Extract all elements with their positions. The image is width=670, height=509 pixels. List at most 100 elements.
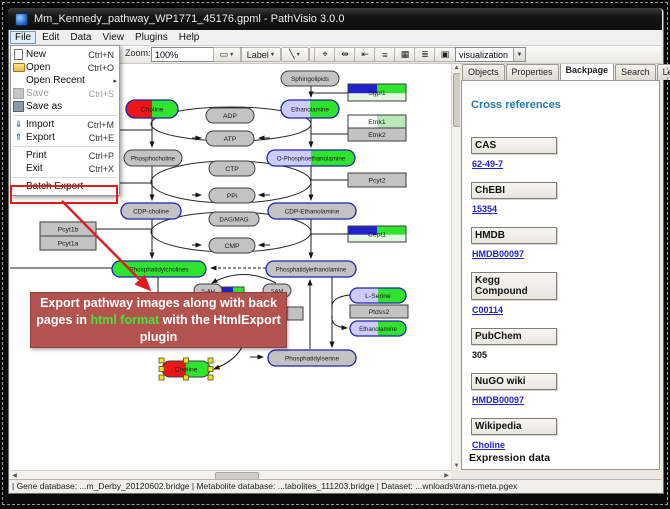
selection-handle[interactable] [208,358,213,363]
node-pcyt2[interactable]: Pcyt2 [348,173,406,187]
menu-item-exit[interactable]: ExitCtrl+X [11,162,119,175]
line-tool-icon: ╲ [289,49,294,60]
node-sphingolipids[interactable]: Sphingolipids [281,71,339,86]
chevron-down-icon[interactable]: ▼ [295,52,300,58]
rows-button[interactable]: ≣ [414,47,436,62]
tab-properties[interactable]: Properties [506,64,559,80]
menu-item-save[interactable]: SaveCtrl+S [11,87,119,100]
menu-shortcut: Ctrl+X [89,164,119,174]
node-label: Ethanolamine [359,326,397,333]
node-etnk1[interactable]: Etnk1 [348,115,406,128]
node-cdp-ethanolamine[interactable]: CDP-Ethanolamine [268,203,356,219]
menu-item-label: Open [26,62,88,73]
selection-handle[interactable] [159,375,164,380]
node-ctp[interactable]: CTP [209,161,255,176]
save-floppy-icon [11,88,26,99]
node-ethanolamine-top[interactable]: Ethanolamine [281,100,339,118]
group-button[interactable]: ▣ [434,47,456,62]
node-choline-selected[interactable]: Choline [159,358,213,380]
node-label: Ptdss2 [369,309,390,316]
line-tool[interactable]: ╲▼ [281,47,309,62]
node-atp[interactable]: ATP [206,131,254,146]
group-icon: ▣ [441,49,450,60]
reference-link[interactable]: 15354 [472,204,651,214]
node-pcyt1b[interactable]: Pcyt1b [40,222,96,236]
selection-handle[interactable] [159,358,164,363]
gene-tool[interactable]: ▭▼ [213,47,241,62]
menu-item-export[interactable]: ⇑ExportCtrl+E [11,131,119,144]
node-l-serine[interactable]: L-Serine [350,288,406,303]
title-bar[interactable]: Mm_Kennedy_pathway_WP1771_45176.gpml - P… [8,8,662,30]
reference-link[interactable]: HMDB00097 [472,395,651,405]
node-dag-mag[interactable]: DAG/MAG [209,212,259,226]
align-left-button[interactable]: ⇤ [354,47,376,62]
menu-item-batch-export[interactable]: Batch Export [11,180,119,193]
node-adp[interactable]: ADP [206,108,254,123]
tab-legend[interactable]: Legend [657,64,670,80]
node-o-phosphoethanolamine[interactable]: O-Phosphoethanolamine [267,150,355,166]
node-ethanolamine-bottom[interactable]: Ethanolamine [350,321,406,336]
node-cdp-choline[interactable]: CDP-choline [121,203,181,219]
chevron-down-icon[interactable]: ▼ [270,52,275,58]
expression-data-heading: Expression data [469,452,550,464]
selection-handle[interactable] [208,375,213,380]
menu-item-import[interactable]: ⇓ImportCtrl+M [11,118,119,131]
reference-link[interactable]: HMDB00097 [472,249,651,259]
stack-button[interactable]: ≡ [374,47,396,62]
node-phosphatidylcholines[interactable]: Phosphatidylcholines [112,261,206,277]
backpage-references: CAS62-49-7ChEBI15354HMDBHMDB00097Kegg Co… [471,137,651,463]
align-button[interactable]: ⌖ [314,47,336,62]
open-folder-icon [11,62,26,73]
menubar-item-help[interactable]: Help [174,31,205,44]
label-tool[interactable]: Label▼ [241,47,281,62]
menu-item-open[interactable]: OpenCtrl+O [11,61,119,74]
menu-item-label: Save [26,88,89,99]
chevron-down-icon[interactable]: ▼ [513,48,525,61]
menu-item-label: Exit [26,163,89,174]
align-icon: ⌖ [322,49,327,60]
selection-handle[interactable] [184,375,189,380]
columns-button[interactable]: ▦ [394,47,416,62]
reference-link[interactable]: C00114 [472,305,651,315]
pathway-edge-26 [332,295,350,309]
node-ptdss2[interactable]: Ptdss2 [350,305,408,318]
tab-backpage[interactable]: Backpage [560,62,615,80]
selection-handle[interactable] [208,367,213,372]
menu-item-save-as[interactable]: Save as [11,100,119,113]
node-hidden-gene-2[interactable] [287,307,303,320]
selection-handle[interactable] [184,358,189,363]
menubar-item-view[interactable]: View [97,31,129,44]
node-cmp[interactable]: CMP [209,238,255,253]
reference-link[interactable]: 62-49-7 [472,159,651,169]
menubar-item-edit[interactable]: Edit [37,31,64,44]
node-phosphocholine[interactable]: Phosphocholine [124,150,182,166]
distribute-button[interactable]: ⇹ [334,47,356,62]
menu-item-new[interactable]: NewCtrl+N [11,48,119,61]
menu-item-open-recent[interactable]: Open Recent▸ [11,74,119,87]
node-sgpl1[interactable]: Sgpl1 [348,84,406,101]
chevron-down-icon[interactable]: ▼ [229,52,234,58]
tab-objects[interactable]: Objects [462,64,505,80]
status-bar: | Gene database: ...m_Derby_20120602.bri… [9,479,661,492]
menubar-item-plugins[interactable]: Plugins [130,31,173,44]
side-panel-tabs: ObjectsPropertiesBackpageSearchLegend [462,64,670,80]
menu-item-print[interactable]: PrintCtrl+P [11,149,119,162]
reference-link[interactable]: Choline [472,440,651,450]
selection-handle[interactable] [159,367,164,372]
node-phosphatidylserine[interactable]: Phosphatidylserine [268,350,356,366]
menubar-item-file[interactable]: File [10,31,36,44]
node-ppi[interactable]: PPi [209,188,255,203]
visualization-combobox[interactable]: visualization ▼ [455,47,526,62]
node-phosphatidylethanolamine[interactable]: Phosphatidylethanolamine [266,261,356,277]
annotation-callout: Export pathway images along with back pa… [30,292,287,348]
node-cept1[interactable]: Cept1 [348,226,406,242]
node-etnk2[interactable]: Etnk2 [348,128,406,141]
node-label: Phosphatidylserine [285,355,339,362]
reference-db-name: HMDB [471,227,557,244]
node-label: Pcyt2 [369,177,386,184]
node-pcyt1a[interactable]: Pcyt1a [40,236,96,250]
tab-search[interactable]: Search [615,64,656,80]
menubar-item-data[interactable]: Data [65,31,96,44]
node-choline-top[interactable]: Choline [126,100,178,118]
node-label: L-Serine [365,293,391,300]
